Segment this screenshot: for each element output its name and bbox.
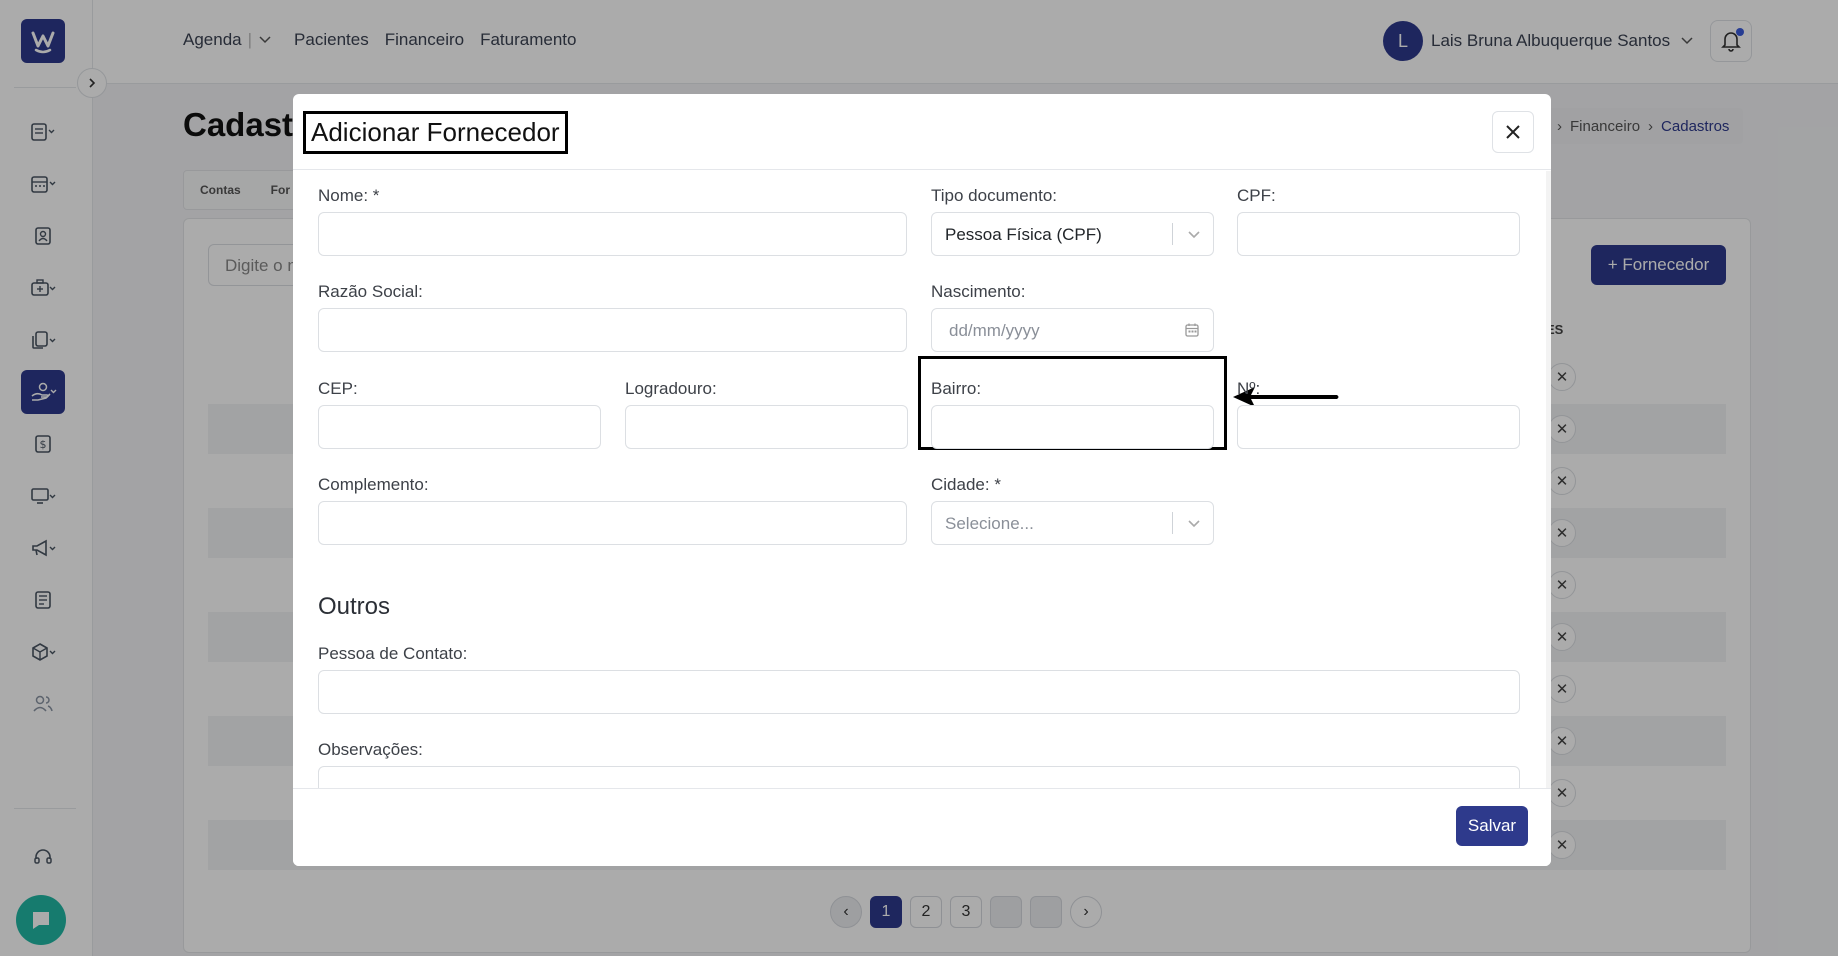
cpf-input[interactable] <box>1237 212 1520 256</box>
nascimento-placeholder: dd/mm/yyyy <box>949 321 1040 340</box>
tipo-documento-label: Tipo documento: <box>931 186 1057 205</box>
numero-label: Nº: <box>1237 379 1261 398</box>
logradouro-input[interactable] <box>625 405 908 449</box>
close-modal-button[interactable] <box>1492 111 1534 153</box>
numero-input[interactable] <box>1237 405 1520 449</box>
cep-input[interactable] <box>318 405 601 449</box>
chevron-down-icon <box>1188 231 1200 239</box>
tipo-documento-select[interactable]: Pessoa Física (CPF) <box>931 212 1214 256</box>
outros-section-title: Outros <box>318 593 391 620</box>
nascimento-label: Nascimento: <box>931 282 1026 301</box>
bairro-input[interactable] <box>931 405 1214 449</box>
cpf-label: CPF: <box>1237 186 1276 205</box>
tipo-documento-value: Pessoa Física (CPF) <box>945 225 1102 244</box>
save-button[interactable]: Salvar <box>1456 806 1528 846</box>
modal-title: Adicionar Fornecedor <box>303 111 568 154</box>
observacoes-textarea[interactable] <box>318 766 1520 788</box>
close-icon <box>1506 125 1520 139</box>
select-divider <box>1172 512 1173 534</box>
select-divider <box>1172 223 1173 245</box>
razao-social-input[interactable] <box>318 308 907 352</box>
pessoa-contato-label: Pessoa de Contato: <box>318 644 468 663</box>
modal-body: Nome: * Tipo documento: Pessoa Física (C… <box>293 171 1551 788</box>
logradouro-label: Logradouro: <box>625 379 717 398</box>
bairro-label: Bairro: <box>931 379 982 398</box>
nome-input[interactable] <box>318 212 907 256</box>
nome-label: Nome: * <box>318 186 380 205</box>
modal-header: Adicionar Fornecedor <box>293 94 1551 170</box>
cep-label: CEP: <box>318 379 358 398</box>
razao-social-label: Razão Social: <box>318 282 423 301</box>
cidade-select[interactable]: Selecione... <box>931 501 1214 545</box>
observacoes-label: Observações: <box>318 740 423 759</box>
pessoa-contato-input[interactable] <box>318 670 1520 714</box>
complemento-input[interactable] <box>318 501 907 545</box>
nascimento-date-input[interactable]: dd/mm/yyyy <box>931 308 1214 352</box>
chevron-down-icon <box>1188 520 1200 528</box>
calendar-icon[interactable] <box>1184 322 1200 338</box>
complemento-label: Complemento: <box>318 475 429 494</box>
modal-footer: Salvar <box>293 788 1551 866</box>
cidade-placeholder: Selecione... <box>945 514 1034 533</box>
cidade-label: Cidade: * <box>931 475 1001 494</box>
add-supplier-modal: Adicionar Fornecedor Nome: * Tipo docume… <box>293 94 1551 866</box>
